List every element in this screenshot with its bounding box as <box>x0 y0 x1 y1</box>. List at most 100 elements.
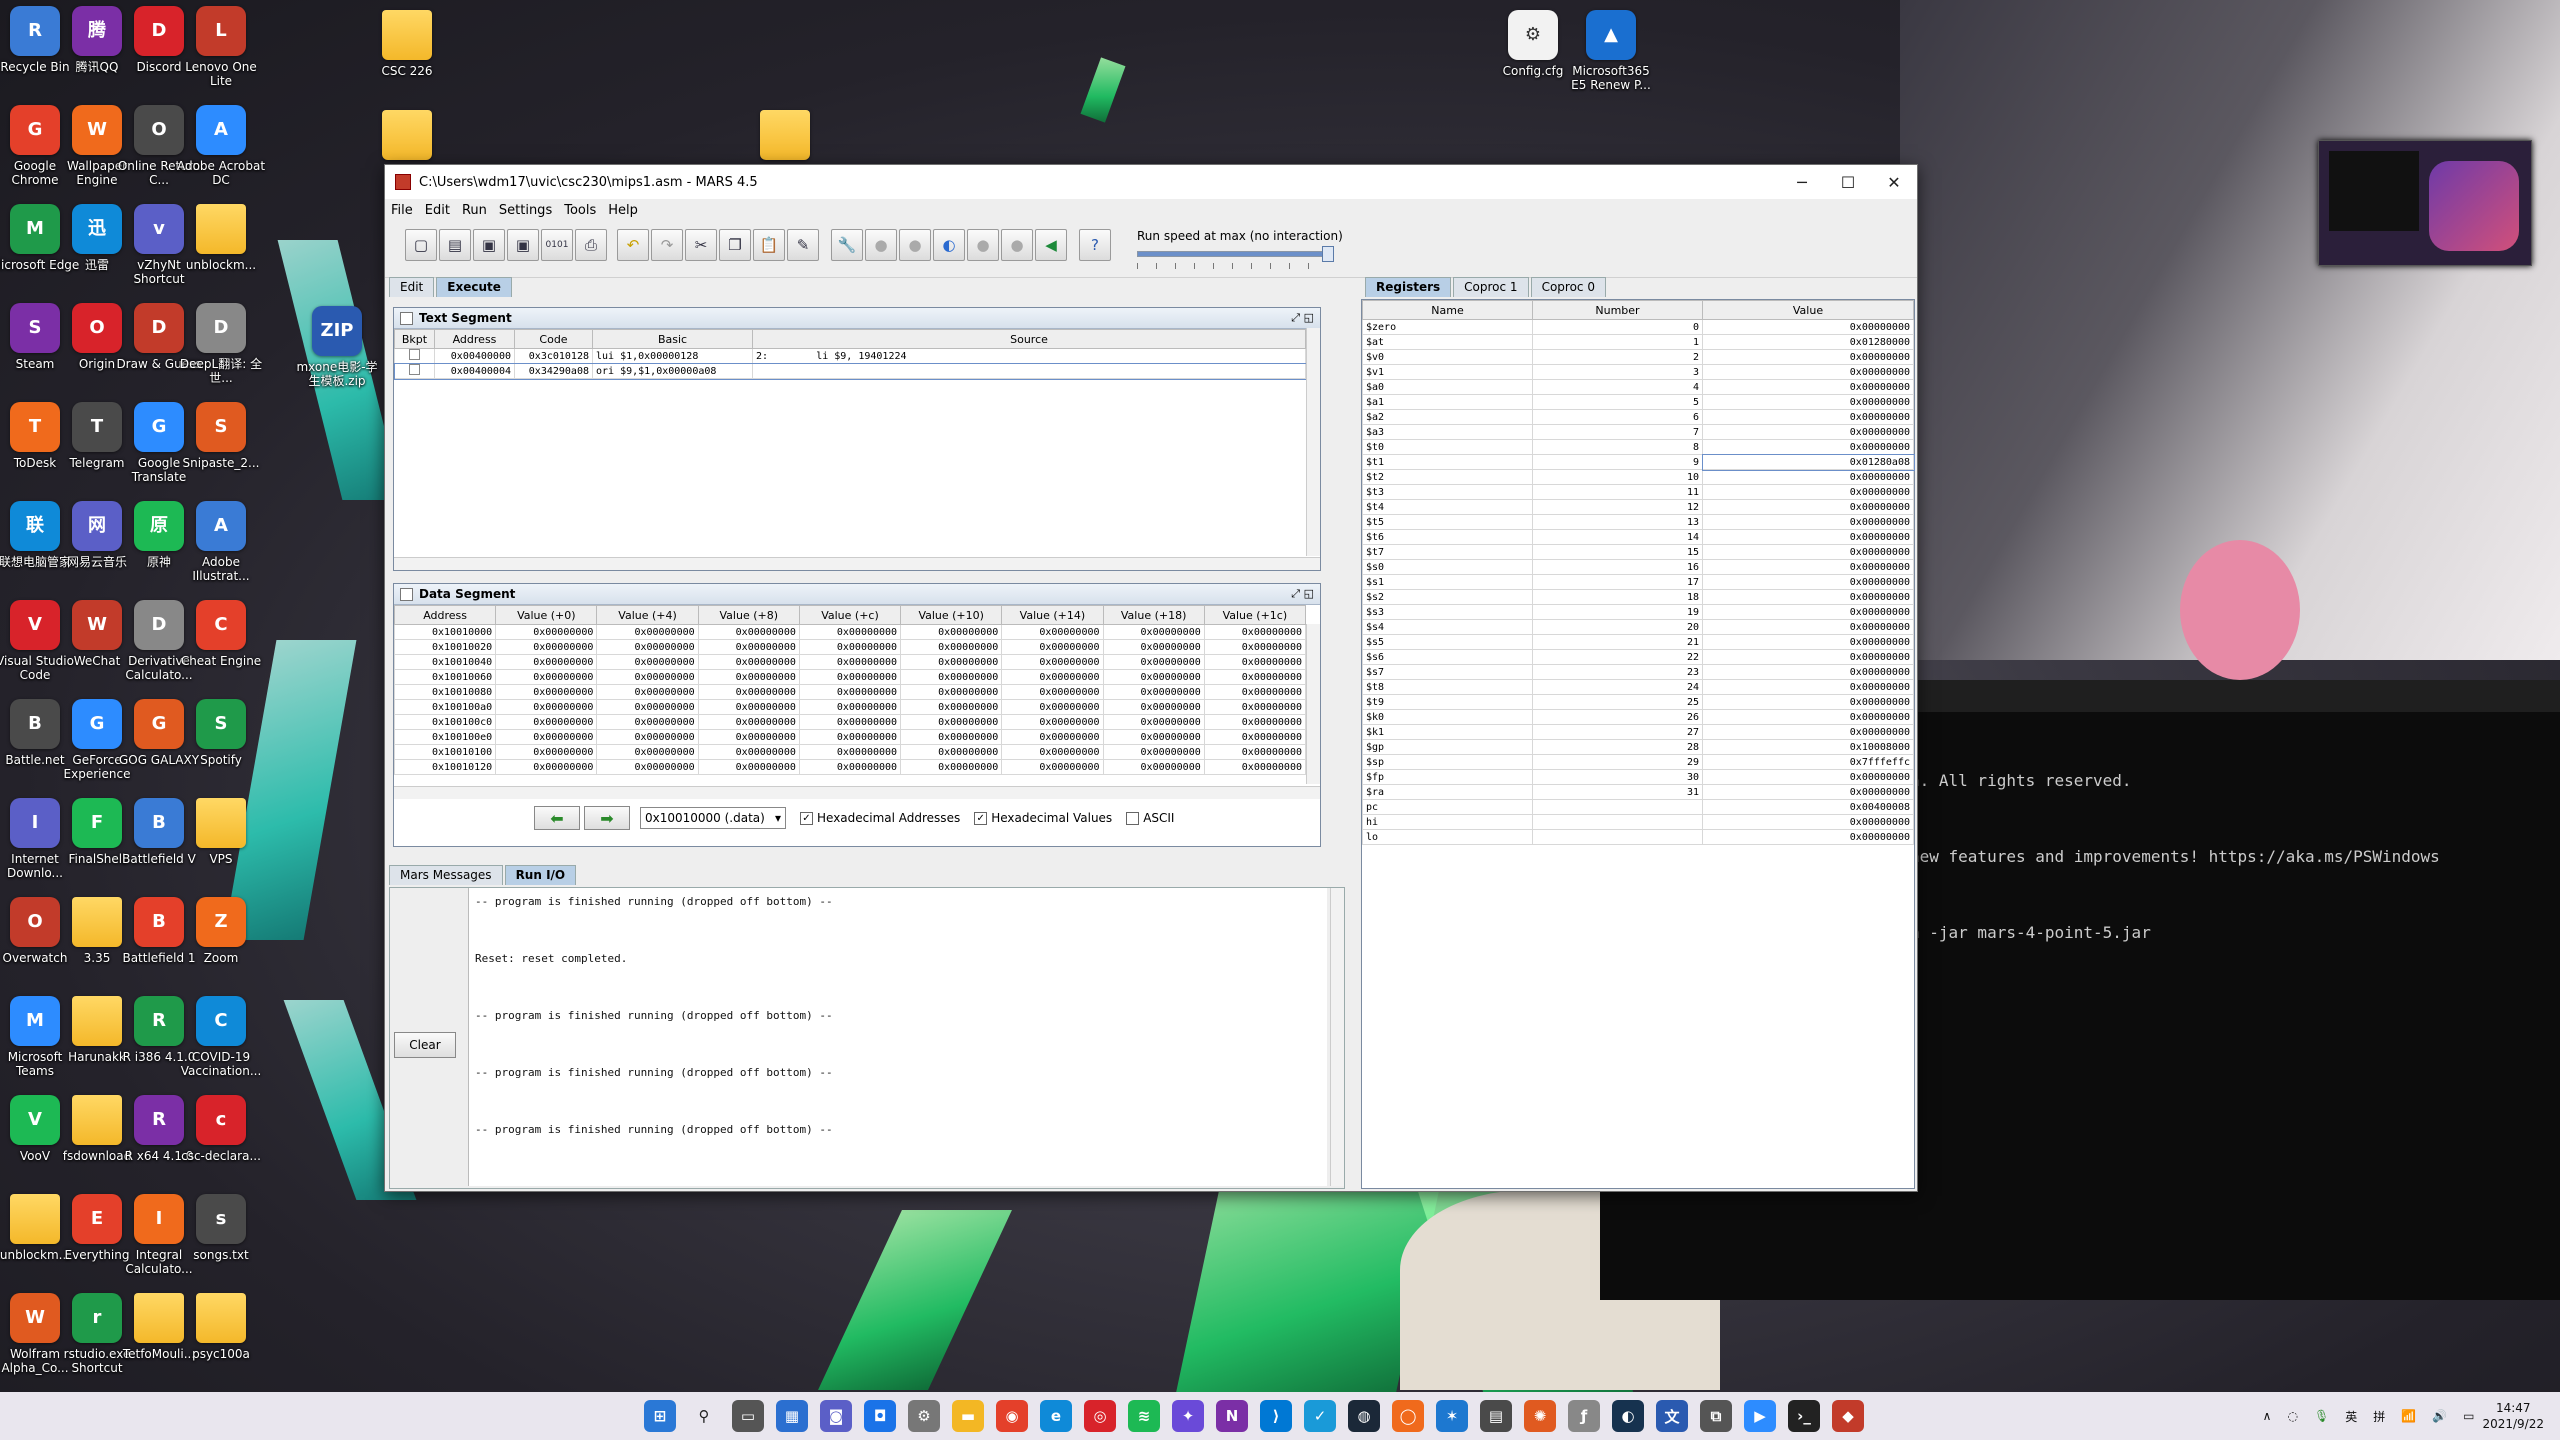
register-value-cell[interactable]: 0x00000000 <box>1702 829 1914 845</box>
desktop-icon[interactable]: s songs.txt <box>176 1194 266 1262</box>
table-row[interactable]: 0x10010100 0x00000000 0x00000000 0x00000000… <box>393 744 1307 760</box>
network-icon[interactable]: ◌ <box>2287 1409 2297 1423</box>
task-view-icon[interactable]: ▭ <box>732 1400 764 1432</box>
mars-taskbar-icon[interactable]: ◆ <box>1832 1400 1864 1432</box>
desktop-icon[interactable]: unblockm... <box>176 204 266 272</box>
value-cell[interactable]: 0x00000000 <box>697 684 800 700</box>
table-row[interactable]: 0x10010020 0x00000000 0x00000000 0x00000000… <box>393 639 1307 655</box>
lenovo-icon[interactable]: ◐ <box>1612 1400 1644 1432</box>
register-value-cell[interactable]: 0x00000000 <box>1702 709 1914 725</box>
register-value-cell[interactable]: 0x00000000 <box>1702 484 1914 500</box>
start-icon[interactable]: ⊞ <box>644 1400 676 1432</box>
value-cell[interactable]: 0x00000000 <box>1001 639 1104 655</box>
register-row[interactable]: $s0 16 0x00000000 <box>1362 559 1914 575</box>
value-cell[interactable]: 0x00000000 <box>1102 669 1205 685</box>
vertical-scrollbar[interactable] <box>1306 328 1320 556</box>
value-cell[interactable]: 0x00000000 <box>798 639 902 655</box>
chevron-up-icon[interactable]: ∧ <box>2263 1409 2272 1423</box>
close-button[interactable]: ✕ <box>1871 165 1917 199</box>
previous-page-button[interactable]: ⬅ <box>534 806 580 830</box>
spotify-icon[interactable]: ≋ <box>1128 1400 1160 1432</box>
desktop-config-file[interactable]: ⚙ Config.cfg <box>1488 10 1578 78</box>
tab-run-io[interactable]: Run I/O <box>504 865 577 885</box>
value-cell[interactable]: 0x00000000 <box>1203 729 1307 745</box>
register-row[interactable]: $a3 7 0x00000000 <box>1362 424 1914 440</box>
register-row[interactable]: $t1 9 0x01280a08 <box>1362 453 1915 471</box>
help-button[interactable]: ? <box>1079 229 1111 261</box>
value-cell[interactable]: 0x00000000 <box>798 684 902 700</box>
desktop-folder-csc226[interactable]: CSC 226 <box>362 10 452 78</box>
open-file-button[interactable]: ▤ <box>439 229 471 261</box>
value-cell[interactable]: 0x00000000 <box>1102 759 1205 775</box>
register-row[interactable]: $sp 29 0x7fffeffc <box>1362 754 1914 770</box>
value-cell[interactable]: 0x00000000 <box>900 744 1003 760</box>
value-cell[interactable]: 0x00000000 <box>798 654 902 670</box>
menu-help[interactable]: Help <box>602 203 644 218</box>
column-header[interactable]: Value (+1c) <box>1203 605 1307 625</box>
register-row[interactable]: $zero 0 0x00000000 <box>1362 319 1914 335</box>
copy-button[interactable]: ❐ <box>719 229 751 261</box>
register-row[interactable]: $a1 5 0x00000000 <box>1362 394 1914 410</box>
onenote-icon[interactable]: N <box>1216 1400 1248 1432</box>
value-cell[interactable]: 0x00000000 <box>798 729 902 745</box>
value-cell[interactable]: 0x00000000 <box>1102 654 1205 670</box>
register-row[interactable]: $v0 2 0x00000000 <box>1362 349 1914 365</box>
next-page-button[interactable]: ➡ <box>584 806 630 830</box>
register-value-cell[interactable]: 0x10008000 <box>1702 739 1914 755</box>
value-cell[interactable]: 0x00000000 <box>1203 699 1307 715</box>
register-value-cell[interactable]: 0x00000000 <box>1702 679 1914 695</box>
origin-icon[interactable]: ◯ <box>1392 1400 1424 1432</box>
column-header[interactable]: Value (+c) <box>798 605 902 625</box>
value-cell[interactable]: 0x00000000 <box>900 684 1003 700</box>
print-button[interactable]: ⎙ <box>575 229 607 261</box>
value-cell[interactable]: 0x00000000 <box>1102 684 1205 700</box>
value-cell[interactable]: 0x00000000 <box>1203 684 1307 700</box>
table-row[interactable]: 0x10010000 0x00000000 0x00000000 0x00000000… <box>393 624 1307 640</box>
column-header[interactable]: Address <box>434 329 515 349</box>
value-cell[interactable]: 0x00000000 <box>798 714 902 730</box>
messenger-icon[interactable]: ✦ <box>1172 1400 1204 1432</box>
register-row[interactable]: $t5 13 0x00000000 <box>1362 514 1914 530</box>
register-value-cell[interactable]: 0x00000000 <box>1702 544 1914 560</box>
value-cell[interactable]: 0x00000000 <box>900 669 1003 685</box>
value-cell[interactable]: 0x00000000 <box>596 654 699 670</box>
register-row[interactable]: $v1 3 0x00000000 <box>1362 364 1914 380</box>
value-cell[interactable]: 0x00000000 <box>798 699 902 715</box>
desktop-icon[interactable]: S Spotify <box>176 699 266 767</box>
register-row[interactable]: $t3 11 0x00000000 <box>1362 484 1914 500</box>
value-cell[interactable]: 0x00000000 <box>495 729 598 745</box>
minimize-button[interactable]: ─ <box>1779 165 1825 199</box>
column-header[interactable]: Value <box>1702 300 1914 320</box>
register-value-cell[interactable]: 0x00000000 <box>1702 424 1914 440</box>
panel-checkbox[interactable] <box>400 311 413 325</box>
desktop-icon[interactable]: A Adobe Acrobat DC <box>176 105 266 187</box>
menu-settings[interactable]: Settings <box>493 203 558 218</box>
value-cell[interactable]: 0x00000000 <box>697 729 800 745</box>
value-cell[interactable]: 0x00000000 <box>900 699 1003 715</box>
clear-button[interactable]: Clear <box>394 1032 456 1058</box>
search-icon[interactable]: ⚲ <box>688 1400 720 1432</box>
widgets-icon[interactable]: ▦ <box>776 1400 808 1432</box>
tab-execute[interactable]: Execute <box>436 277 512 297</box>
value-cell[interactable]: 0x00000000 <box>1102 729 1205 745</box>
column-header[interactable]: Address <box>393 605 497 625</box>
find-replace-button[interactable]: ✎ <box>787 229 819 261</box>
register-row[interactable]: $t8 24 0x00000000 <box>1362 679 1914 695</box>
desktop-icon[interactable]: Z Zoom <box>176 897 266 965</box>
run-speed-slider[interactable] <box>1137 246 1334 262</box>
value-cell[interactable]: 0x00000000 <box>697 639 800 655</box>
value-cell[interactable]: 0x00000000 <box>697 744 800 760</box>
column-header[interactable]: Value (+8) <box>697 605 800 625</box>
value-cell[interactable]: 0x00000000 <box>596 624 699 640</box>
value-cell[interactable]: 0x00000000 <box>1001 729 1104 745</box>
panel-window-icons[interactable]: ⤢ ◱ <box>1291 587 1314 601</box>
register-value-cell[interactable]: 0x00000000 <box>1702 649 1914 665</box>
register-row[interactable]: $s2 18 0x00000000 <box>1362 589 1914 605</box>
horizontal-scrollbar[interactable] <box>394 557 1320 570</box>
value-cell[interactable]: 0x00000000 <box>697 699 800 715</box>
value-cell[interactable]: 0x00000000 <box>596 699 699 715</box>
value-cell[interactable]: 0x00000000 <box>1203 714 1307 730</box>
column-header[interactable]: Code <box>514 329 593 349</box>
register-value-cell[interactable]: 0x00000000 <box>1702 574 1914 590</box>
value-cell[interactable]: 0x00000000 <box>900 639 1003 655</box>
